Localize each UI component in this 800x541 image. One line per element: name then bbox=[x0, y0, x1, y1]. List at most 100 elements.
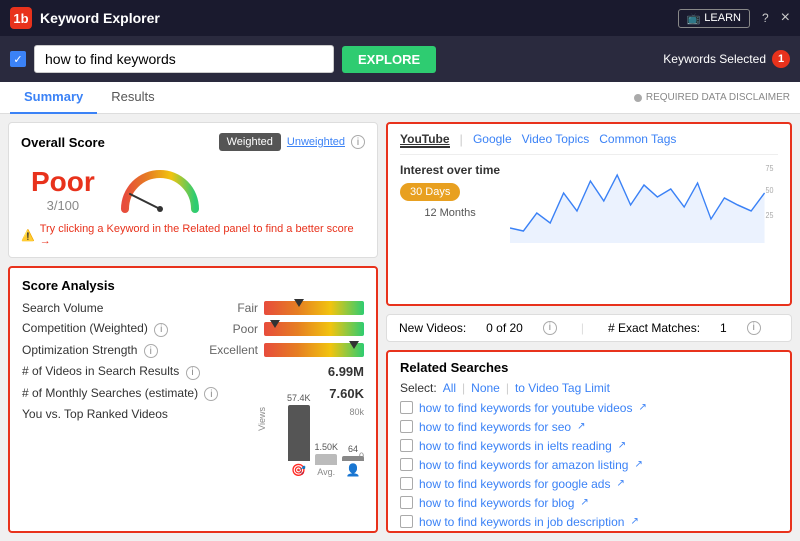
select-none-link[interactable]: None bbox=[471, 381, 500, 395]
competition-label: Competition (Weighted) i bbox=[22, 321, 203, 337]
score-label-area: Poor 3/100 bbox=[31, 166, 95, 213]
related-link-5[interactable]: how to find keywords for blog bbox=[419, 496, 574, 510]
external-icon-4: ↗ bbox=[616, 478, 624, 489]
select-checkbox[interactable]: ✓ bbox=[10, 51, 26, 67]
select-all-link[interactable]: All bbox=[443, 381, 456, 395]
score-warning: ⚠️ Try clicking a Keyword in the Related… bbox=[21, 223, 365, 247]
competition-bar bbox=[264, 322, 364, 336]
external-icon-6: ↗ bbox=[630, 516, 638, 527]
disclaimer: REQUIRED DATA DISCLAIMER bbox=[634, 92, 790, 103]
platform-tab-common-tags[interactable]: Common Tags bbox=[599, 132, 676, 148]
score-analysis-box: Score Analysis Search Volume Fair Compet… bbox=[8, 266, 378, 533]
score-poor-label: Poor bbox=[31, 166, 95, 198]
bar1 bbox=[288, 405, 310, 461]
related-checkbox-2[interactable] bbox=[400, 439, 413, 452]
unweighted-button[interactable]: Unweighted bbox=[287, 136, 345, 148]
left-panel: Overall Score Weighted Unweighted i Poor… bbox=[8, 122, 378, 533]
tab-results[interactable]: Results bbox=[97, 81, 168, 114]
keywords-selected: Keywords Selected 1 bbox=[663, 50, 790, 68]
optimization-info-icon[interactable]: i bbox=[144, 344, 158, 358]
tabs-bar: Summary Results REQUIRED DATA DISCLAIMER bbox=[0, 82, 800, 114]
views-y-label: Views bbox=[257, 407, 267, 431]
related-items-list: how to find keywords for youtube videos … bbox=[400, 401, 778, 534]
score-info-icon[interactable]: i bbox=[351, 135, 365, 149]
metric-row-competition: Competition (Weighted) i Poor bbox=[22, 321, 364, 337]
avg-label: Avg. bbox=[317, 467, 335, 477]
external-icon-5: ↗ bbox=[580, 497, 588, 508]
related-checkbox-0[interactable] bbox=[400, 401, 413, 414]
disclaimer-text: REQUIRED DATA DISCLAIMER bbox=[646, 92, 790, 103]
analysis-title: Score Analysis bbox=[22, 278, 364, 293]
time-30days-button[interactable]: 30 Days bbox=[400, 183, 460, 201]
search-volume-bar bbox=[264, 301, 364, 315]
disclaimer-dot bbox=[634, 94, 642, 102]
optimization-pointer bbox=[349, 341, 359, 349]
external-icon-3: ↗ bbox=[634, 459, 642, 470]
select-tag-limit-link[interactable]: to Video Tag Limit bbox=[515, 381, 610, 395]
help-icon[interactable]: ? bbox=[762, 11, 769, 25]
new-videos-row: New Videos: 0 of 20 i | # Exact Matches:… bbox=[386, 314, 792, 342]
score-display: Poor 3/100 bbox=[21, 159, 365, 219]
monthly-searches-value: 7.60K bbox=[329, 386, 364, 401]
overall-score-box: Overall Score Weighted Unweighted i Poor… bbox=[8, 122, 378, 258]
interest-line-chart: 75 50 25 bbox=[510, 163, 778, 243]
related-link-3[interactable]: how to find keywords for amazon listing bbox=[419, 458, 628, 472]
explore-button[interactable]: EXPLORE bbox=[342, 46, 436, 73]
related-link-1[interactable]: how to find keywords for seo bbox=[419, 420, 571, 434]
platform-tab-youtube[interactable]: YouTube bbox=[400, 132, 450, 148]
title-bar-right: 📺 LEARN ? × bbox=[678, 9, 790, 28]
svg-text:25: 25 bbox=[766, 211, 774, 220]
warning-text: Try clicking a Keyword in the Related pa… bbox=[40, 223, 365, 247]
search-input[interactable] bbox=[34, 45, 334, 73]
bar2-value: 1.50K bbox=[314, 442, 338, 452]
bar3-value: 64 bbox=[348, 444, 358, 454]
related-checkbox-3[interactable] bbox=[400, 458, 413, 471]
interest-left: Interest over time 30 Days 12 Months bbox=[400, 163, 500, 246]
related-item: how to find keywords in ielts reading ↗ bbox=[400, 439, 778, 453]
competition-pointer bbox=[270, 320, 280, 328]
score-gauge bbox=[115, 164, 205, 214]
related-select-row: Select: All | None | to Video Tag Limit bbox=[400, 381, 778, 395]
related-link-0[interactable]: how to find keywords for youtube videos bbox=[419, 401, 632, 415]
exact-matches-info-icon[interactable]: i bbox=[747, 321, 761, 335]
learn-button[interactable]: 📺 LEARN bbox=[678, 9, 750, 28]
interest-box: YouTube | Google Video Topics Common Tag… bbox=[386, 122, 792, 306]
weighted-button[interactable]: Weighted bbox=[219, 133, 281, 151]
score-header: Overall Score Weighted Unweighted i bbox=[21, 133, 365, 151]
svg-text:50: 50 bbox=[766, 186, 774, 195]
platform-tab-google[interactable]: Google bbox=[473, 132, 512, 148]
top-ranked-label: You vs. Top Ranked Videos bbox=[22, 407, 287, 421]
platform-tab-video-topics[interactable]: Video Topics bbox=[522, 132, 590, 148]
close-icon[interactable]: × bbox=[781, 9, 790, 27]
monthly-info-icon[interactable]: i bbox=[204, 387, 218, 401]
related-searches-title: Related Searches bbox=[400, 360, 778, 375]
related-link-6[interactable]: how to find keywords in job description bbox=[419, 515, 624, 529]
related-item: how to find keywords for google ads ↗ bbox=[400, 477, 778, 491]
related-checkbox-6[interactable] bbox=[400, 515, 413, 528]
metric-row-optimization: Optimization Strength i Excellent bbox=[22, 343, 364, 359]
related-link-2[interactable]: how to find keywords in ielts reading bbox=[419, 439, 612, 453]
time-12months-button[interactable]: 12 Months bbox=[400, 205, 500, 221]
learn-label: LEARN bbox=[704, 12, 741, 24]
bar2 bbox=[315, 454, 337, 465]
related-item: how to find keywords for amazon listing … bbox=[400, 458, 778, 472]
score-number: 3/100 bbox=[31, 198, 95, 213]
bar-chart-group: 57.4K 🎯 1.50K Avg. 64 bbox=[287, 417, 364, 477]
video-results-value: 6.99M bbox=[328, 364, 364, 379]
main-tabs: Summary Results bbox=[10, 81, 169, 114]
related-checkbox-4[interactable] bbox=[400, 477, 413, 490]
external-icon-2: ↗ bbox=[618, 440, 626, 451]
new-videos-info-icon[interactable]: i bbox=[543, 321, 557, 335]
related-item: how to find keywords in job description … bbox=[400, 515, 778, 529]
related-link-4[interactable]: how to find keywords for google ads bbox=[419, 477, 610, 491]
exact-matches-value: 1 bbox=[720, 321, 727, 335]
related-checkbox-1[interactable] bbox=[400, 420, 413, 433]
keywords-selected-label: Keywords Selected bbox=[663, 52, 766, 66]
tab-summary[interactable]: Summary bbox=[10, 81, 97, 114]
line-chart-area: 75 50 25 bbox=[510, 163, 778, 246]
video-results-info-icon[interactable]: i bbox=[186, 366, 200, 380]
related-item: how to find keywords for seo ↗ bbox=[400, 420, 778, 434]
related-checkbox-5[interactable] bbox=[400, 496, 413, 509]
competition-info-icon[interactable]: i bbox=[154, 323, 168, 337]
search-volume-pointer bbox=[294, 299, 304, 307]
